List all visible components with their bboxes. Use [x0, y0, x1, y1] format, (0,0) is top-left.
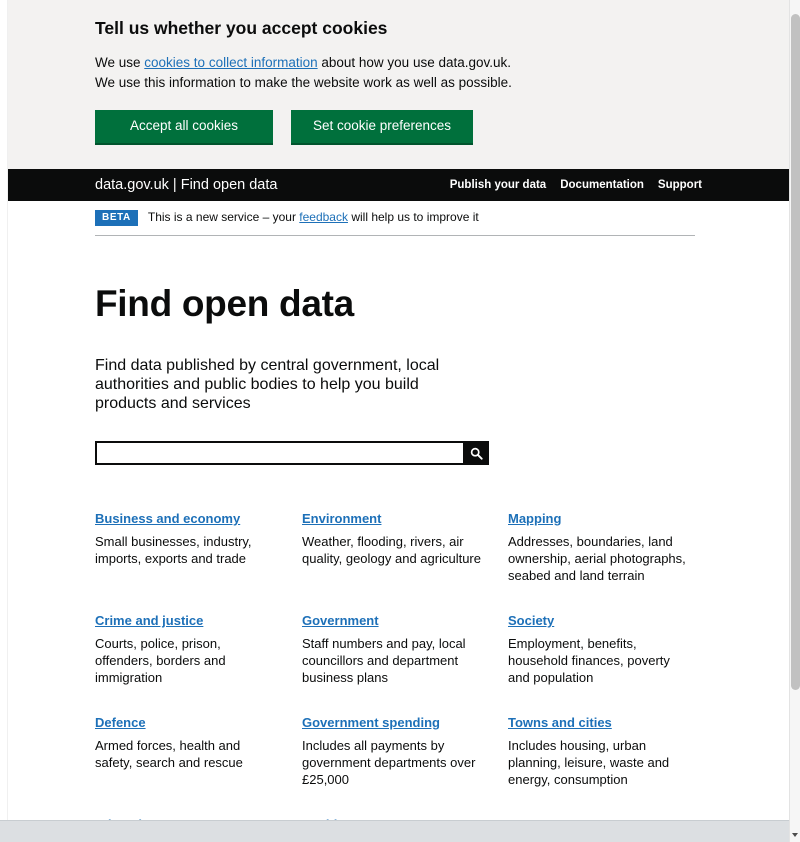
cookie-banner-paragraph-2: We use this information to make the webs…: [95, 75, 512, 90]
theme-link[interactable]: Towns and cities: [508, 715, 612, 732]
theme-defence: Defence Armed forces, health and safety,…: [95, 714, 302, 788]
theme-link[interactable]: Defence: [95, 715, 146, 732]
theme-description: Employment, benefits, household finances…: [508, 636, 670, 686]
site-header: data.gov.uk | Find open data Publish you…: [8, 168, 789, 201]
header-navigation: Publish your data Documentation Support: [450, 179, 702, 191]
theme-description: Courts, police, prison, offenders, borde…: [95, 636, 226, 686]
cookie-text-prefix: We use: [95, 55, 145, 70]
scrollbar-thumb[interactable]: [791, 14, 800, 690]
search-icon: [470, 447, 483, 460]
theme-link[interactable]: Environment: [302, 511, 381, 528]
theme-description: Armed forces, health and safety, search …: [95, 738, 243, 771]
page-body: Tell us whether you accept cookies We us…: [8, 0, 789, 842]
feedback-link[interactable]: feedback: [299, 210, 348, 224]
cookie-banner-paragraph-1: We use cookies to collect information ab…: [95, 53, 695, 73]
cookie-banner-actions: Accept all cookies Set cookie preference…: [95, 110, 695, 145]
main-content: Find open data Find data published by ce…: [95, 236, 715, 842]
theme-towns-and-cities: Towns and cities Includes housing, urban…: [508, 714, 715, 788]
phase-banner-text: This is a new service – your feedback wi…: [148, 210, 479, 224]
theme-mapping: Mapping Addresses, boundaries, land owne…: [508, 510, 715, 584]
cookie-banner: Tell us whether you accept cookies We us…: [8, 0, 789, 169]
theme-description: Includes all payments by government depa…: [302, 738, 476, 788]
cookies-information-link[interactable]: cookies to collect information: [144, 55, 317, 70]
page-left-gutter: [0, 0, 8, 820]
theme-description: Addresses, boundaries, land ownership, a…: [508, 534, 686, 584]
search-form: [95, 441, 489, 466]
phase-text-suffix: will help us to improve it: [347, 210, 479, 225]
scroll-down-arrow-icon[interactable]: [792, 833, 798, 837]
theme-society: Society Employment, benefits, household …: [508, 612, 715, 686]
theme-grid: Business and economy Small businesses, i…: [95, 510, 715, 842]
cookie-banner-title: Tell us whether you accept cookies: [95, 18, 388, 38]
page-lead-paragraph: Find data published by central governmen…: [95, 357, 440, 413]
vertical-scrollbar[interactable]: [789, 0, 800, 842]
theme-government-spending: Government spending Includes all payment…: [302, 714, 508, 788]
theme-description: Staff numbers and pay, local councillors…: [302, 636, 466, 686]
accept-all-cookies-button[interactable]: Accept all cookies: [95, 110, 273, 145]
theme-link[interactable]: Mapping: [508, 511, 561, 528]
theme-description: Includes housing, urban planning, leisur…: [508, 738, 670, 788]
theme-crime-and-justice: Crime and justice Courts, police, prison…: [95, 612, 302, 686]
nav-support[interactable]: Support: [658, 179, 702, 191]
phase-banner: BETA This is a new service – your feedba…: [95, 201, 695, 236]
phase-text-prefix: This is a new service – your: [147, 210, 300, 225]
cookie-text-suffix: about how you use data.gov.uk.: [317, 55, 512, 70]
theme-link[interactable]: Government: [302, 613, 379, 630]
window-bottom-strip: [0, 820, 789, 842]
site-brand-link[interactable]: data.gov.uk | Find open data: [95, 177, 277, 193]
theme-link[interactable]: Government spending: [302, 715, 440, 732]
page-title: Find open data: [95, 282, 354, 324]
theme-link[interactable]: Crime and justice: [95, 613, 203, 630]
theme-link[interactable]: Business and economy: [95, 511, 240, 528]
theme-description: Weather, flooding, rivers, air quality, …: [302, 534, 481, 567]
theme-description: Small businesses, industry, imports, exp…: [95, 534, 252, 567]
browser-viewport: Tell us whether you accept cookies We us…: [0, 0, 789, 842]
theme-environment: Environment Weather, flooding, rivers, a…: [302, 510, 508, 584]
search-input[interactable]: [95, 441, 463, 466]
search-submit-button[interactable]: [463, 441, 489, 466]
theme-business-and-economy: Business and economy Small businesses, i…: [95, 510, 302, 584]
beta-tag: BETA: [95, 209, 138, 226]
nav-publish-your-data[interactable]: Publish your data: [450, 179, 547, 191]
nav-documentation[interactable]: Documentation: [560, 179, 644, 191]
theme-link[interactable]: Society: [508, 613, 554, 630]
set-cookie-preferences-button[interactable]: Set cookie preferences: [291, 110, 473, 145]
theme-government: Government Staff numbers and pay, local …: [302, 612, 508, 686]
